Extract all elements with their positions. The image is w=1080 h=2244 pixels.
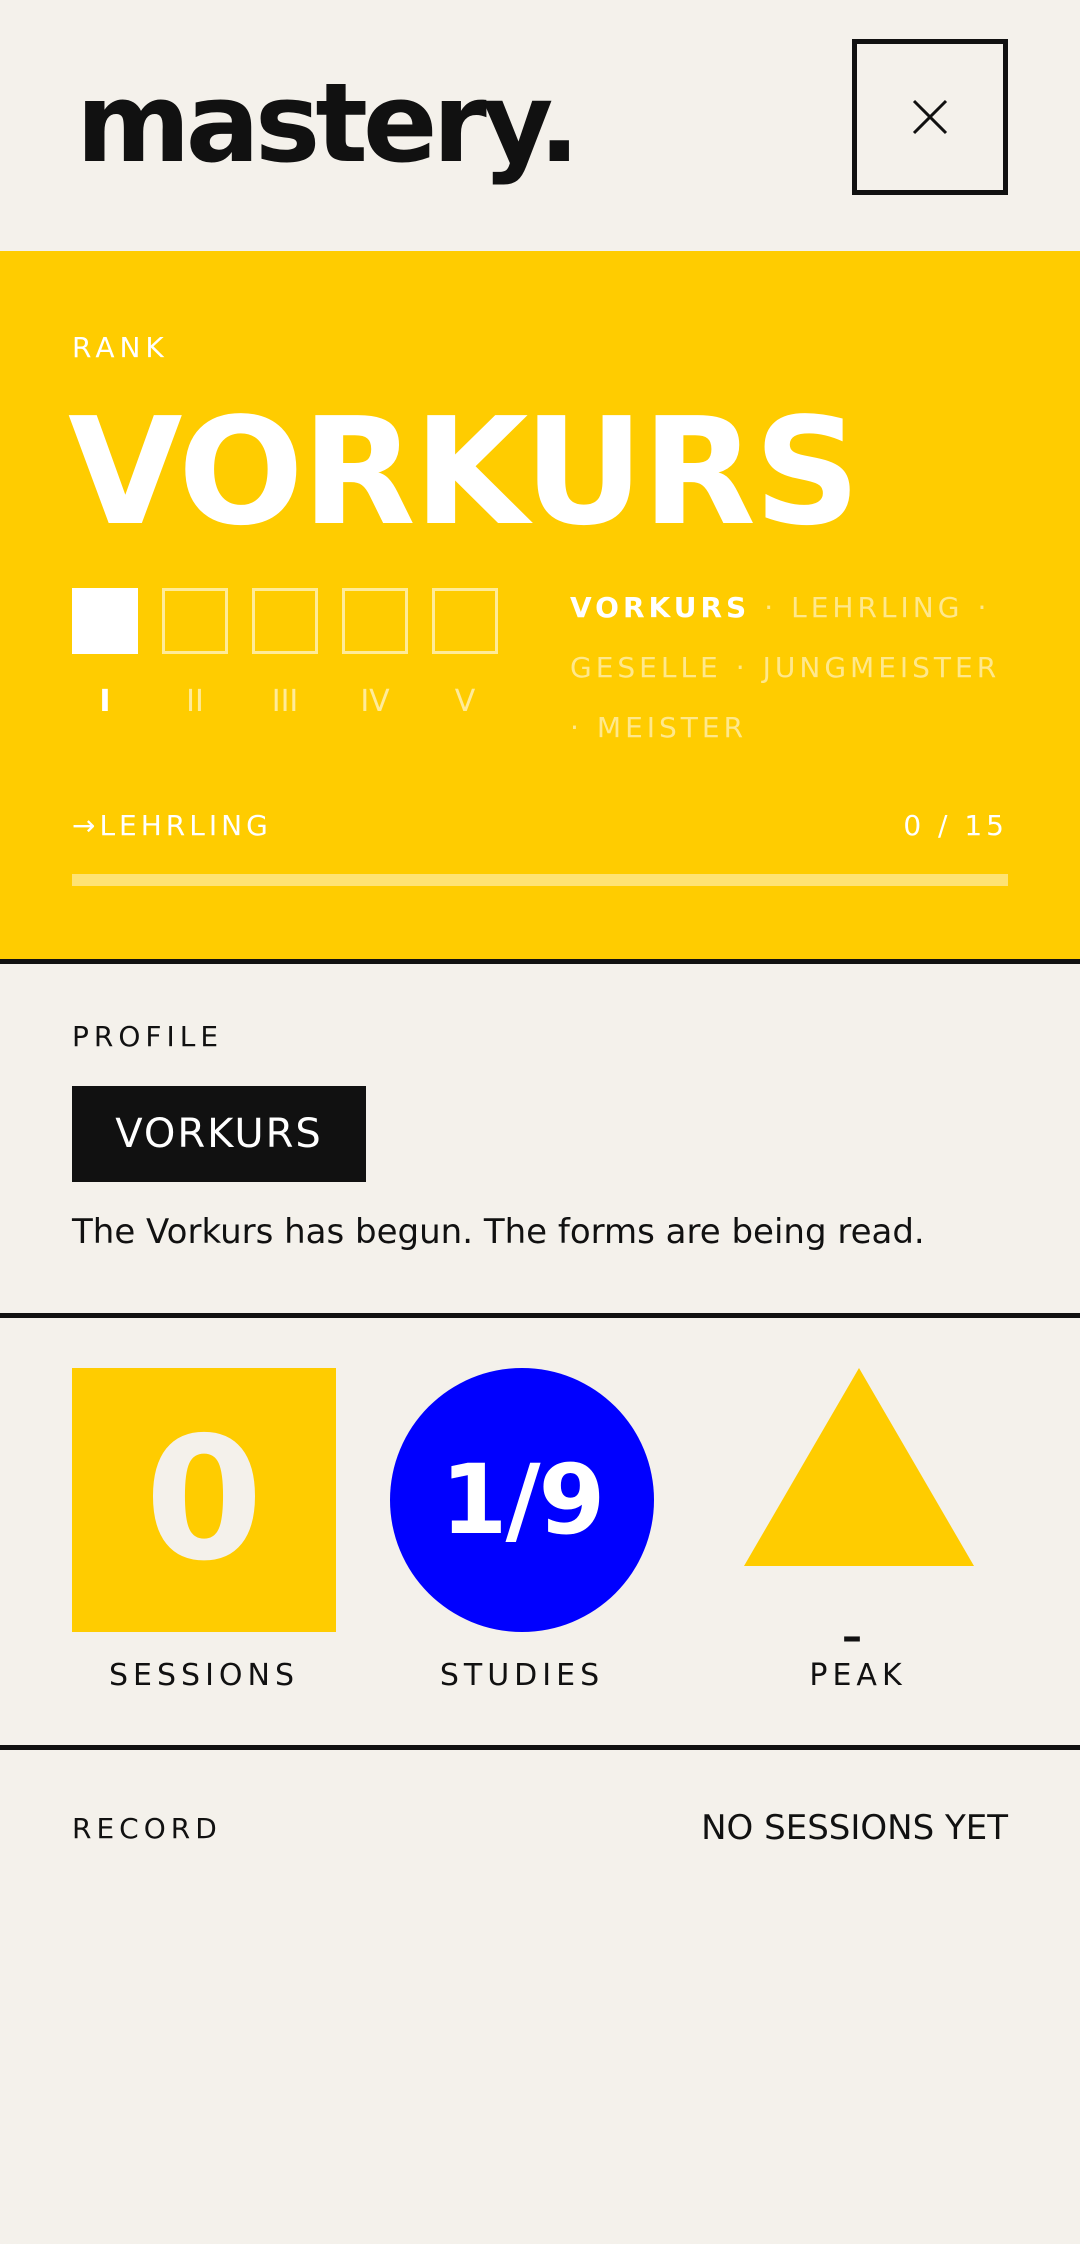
rank-title: VORKURS xyxy=(68,386,861,558)
sessions-stat-value: 0 xyxy=(72,1368,336,1632)
divider xyxy=(0,1313,1080,1318)
path-step-vorkurs: VORKURS xyxy=(570,591,751,624)
path-step-jungmeister: JUNGMEISTER xyxy=(762,651,1001,684)
profile-description: The Vorkurs has begun. The forms are bei… xyxy=(72,1212,925,1252)
tier-box-3 xyxy=(252,588,318,654)
path-step-geselle: GESELLE xyxy=(570,651,722,684)
rank-progress-bar xyxy=(72,874,1008,886)
rank-label: RANK xyxy=(72,331,169,364)
peak-caption: PEAK xyxy=(809,1658,907,1693)
tier-label-1: I xyxy=(99,684,111,719)
divider xyxy=(0,959,1080,964)
peak-stat-value: – xyxy=(842,1614,862,1660)
tier-box-1 xyxy=(72,588,138,654)
profile-label: PROFILE xyxy=(72,1020,224,1053)
tier-box-2 xyxy=(162,588,228,654)
path-step-lehrling: LEHRLING xyxy=(791,591,964,624)
path-step-meister: MEISTER xyxy=(596,711,748,744)
tier-box-5 xyxy=(432,588,498,654)
app-header: mastery. xyxy=(0,0,1080,250)
tier-label-2: II xyxy=(186,684,204,719)
progress-count: 0 / 15 xyxy=(903,809,1008,842)
close-button[interactable] xyxy=(852,39,1008,195)
tier-label-5: V xyxy=(454,684,476,719)
tier-label-4: IV xyxy=(360,684,390,719)
divider xyxy=(0,1745,1080,1750)
record-label: RECORD xyxy=(72,1812,222,1845)
studies-stat-value: 1/9 xyxy=(390,1368,654,1632)
next-rank-label: →LEHRLING xyxy=(72,809,272,842)
sessions-caption: SESSIONS xyxy=(108,1658,300,1693)
mastery-page: mastery. RANK VORKURS I II III IV V VORK… xyxy=(0,0,1080,2244)
profile-badge: VORKURS xyxy=(72,1086,366,1182)
tier-box-4 xyxy=(342,588,408,654)
record-value: NO SESSIONS YET xyxy=(701,1808,1008,1848)
peak-triangle-icon xyxy=(744,1368,974,1566)
rank-path: VORKURS · LEHRLING · GESELLE · JUNGMEISTER · MEI… xyxy=(570,591,1001,744)
studies-caption: STUDIES xyxy=(439,1658,605,1693)
tier-label-3: III xyxy=(271,684,299,719)
rank-panel: RANK VORKURS I II III IV V VORKURS · LEHRL… xyxy=(0,251,1080,959)
close-icon xyxy=(912,99,948,135)
app-logo: mastery. xyxy=(76,59,580,187)
